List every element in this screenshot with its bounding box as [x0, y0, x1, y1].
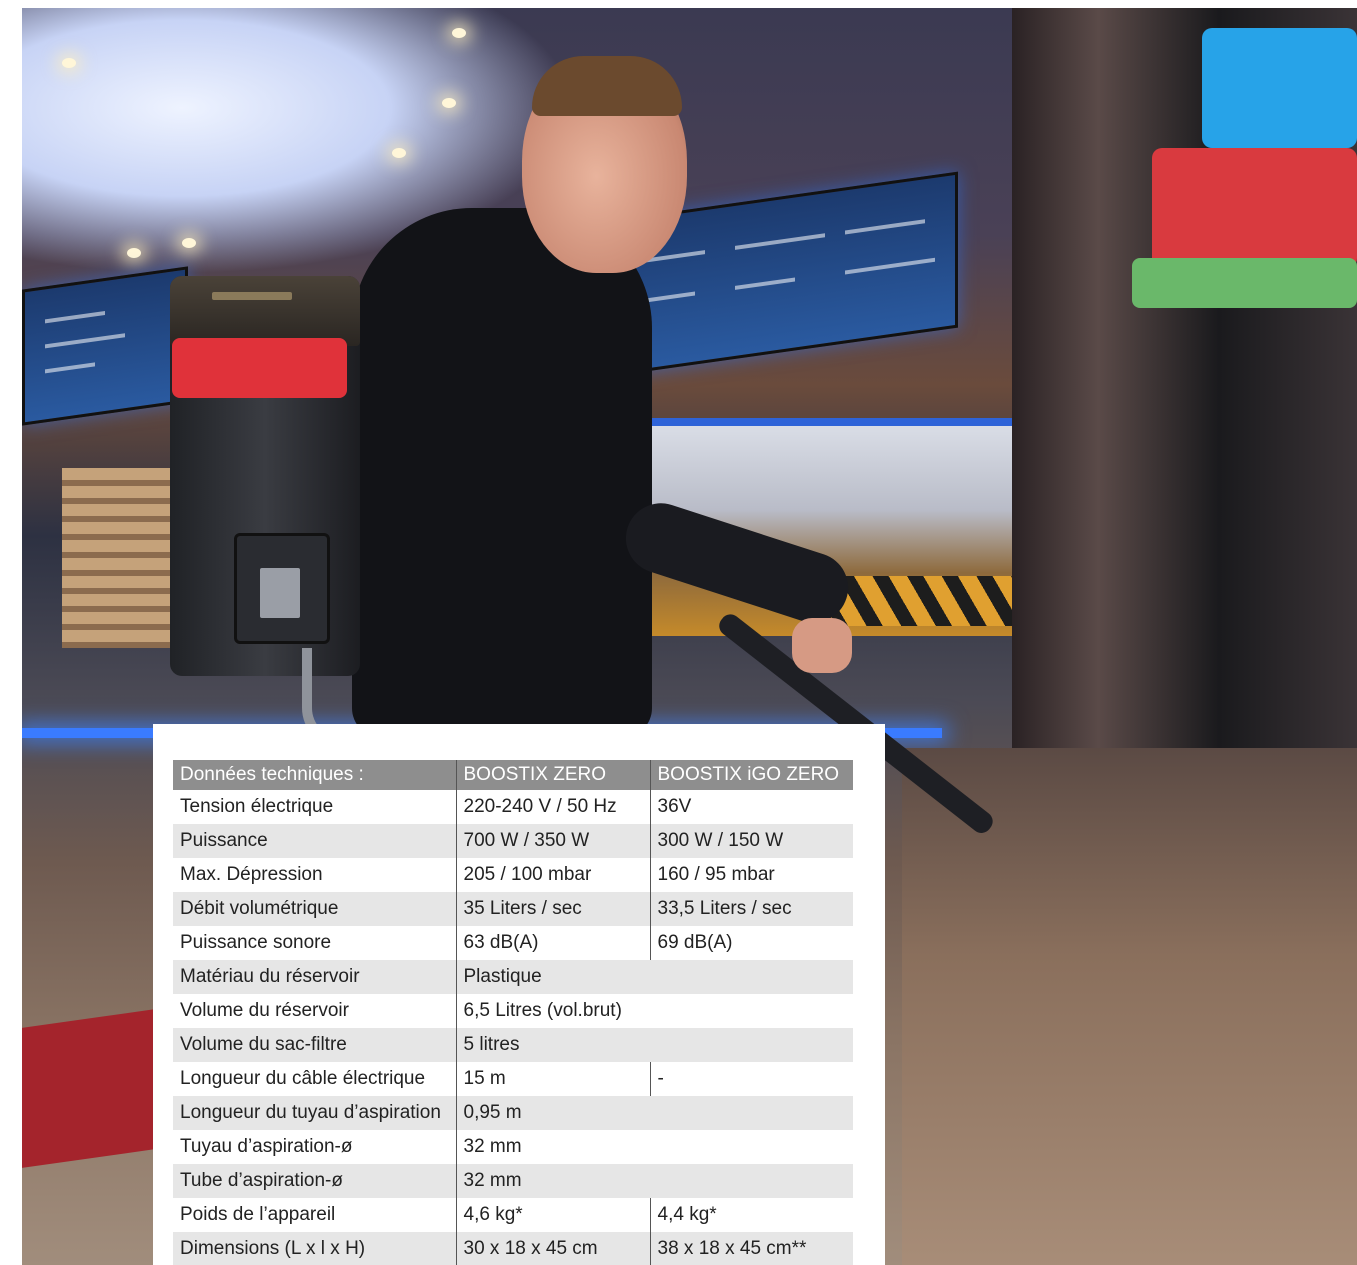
spec-label: Tube d’aspiration-ø: [173, 1164, 456, 1198]
table-row: Dimensions (L x l x H) 30 x 18 x 45 cm 3…: [173, 1232, 853, 1265]
spec-value-igo: 38 x 18 x 45 cm**: [649, 1232, 853, 1265]
backpack-red-latch: [172, 338, 347, 398]
backpack-logo: [212, 292, 292, 300]
spec-label: Matériau du réservoir: [173, 960, 456, 994]
spec-label: Tension électrique: [173, 790, 456, 824]
spec-panel: Données techniques : BOOSTIX ZERO BOOSTI…: [153, 724, 885, 1265]
spec-value-zero: 30 x 18 x 45 cm: [455, 1232, 650, 1265]
table-row: Longueur du tuyau d’aspiration 0,95 m: [173, 1096, 853, 1130]
spec-value-zero: 15 m: [455, 1062, 650, 1096]
spec-header-label: Données techniques :: [173, 760, 456, 790]
spec-label: Longueur du tuyau d’aspiration: [173, 1096, 456, 1130]
spec-value-zero: 4,6 kg*: [455, 1198, 650, 1232]
spec-label: Poids de l’appareil: [173, 1198, 456, 1232]
table-row: Matériau du réservoir Plastique: [173, 960, 853, 994]
spec-value-shared: Plastique: [455, 960, 853, 994]
spec-value-igo: 160 / 95 mbar: [649, 858, 853, 892]
spec-label: Puissance sonore: [173, 926, 456, 960]
spec-value-zero: 700 W / 350 W: [455, 824, 650, 858]
spec-header-boostix-zero: BOOSTIX ZERO: [455, 760, 650, 790]
spec-label: Débit volumétrique: [173, 892, 456, 926]
spec-value-shared: 5 litres: [455, 1028, 853, 1062]
table-row: Débit volumétrique 35 Liters / sec 33,5 …: [173, 892, 853, 926]
person-hand: [792, 618, 852, 673]
person-body: [352, 208, 652, 738]
spec-value-zero: 35 Liters / sec: [455, 892, 650, 926]
slush-machine-green: [1132, 258, 1357, 308]
table-row: Tube d’aspiration-ø 32 mm: [173, 1164, 853, 1198]
slush-machine-red: [1152, 148, 1357, 268]
spec-value-zero: 205 / 100 mbar: [455, 858, 650, 892]
table-row: Max. Dépression 205 / 100 mbar 160 / 95 …: [173, 858, 853, 892]
spec-label: Volume du réservoir: [173, 994, 456, 1028]
table-row: Puissance 700 W / 350 W 300 W / 150 W: [173, 824, 853, 858]
spec-value-igo: 69 dB(A): [649, 926, 853, 960]
spec-label: Dimensions (L x l x H): [173, 1232, 456, 1265]
spec-value-igo: 300 W / 150 W: [649, 824, 853, 858]
spec-table: Données techniques : BOOSTIX ZERO BOOSTI…: [173, 760, 853, 1265]
spec-label: Puissance: [173, 824, 456, 858]
spec-label: Max. Dépression: [173, 858, 456, 892]
spec-header-row: Données techniques : BOOSTIX ZERO BOOSTI…: [173, 760, 853, 790]
menu-board-left: [22, 266, 188, 426]
slush-machine-blue: [1202, 28, 1357, 148]
spec-value-igo: 36V: [649, 790, 853, 824]
spec-header-boostix-igo-zero: BOOSTIX iGO ZERO: [649, 760, 853, 790]
spec-label: Volume du sac-filtre: [173, 1028, 456, 1062]
table-row: Volume du réservoir 6,5 Litres (vol.brut…: [173, 994, 853, 1028]
spec-value-shared: 32 mm: [455, 1130, 853, 1164]
battery-label: [260, 568, 300, 618]
spec-value-igo: 33,5 Liters / sec: [649, 892, 853, 926]
table-row: Volume du sac-filtre 5 litres: [173, 1028, 853, 1062]
spec-label: Longueur du câble électrique: [173, 1062, 456, 1096]
spec-value-shared: 32 mm: [455, 1164, 853, 1198]
table-row: Poids de l’appareil 4,6 kg* 4,4 kg*: [173, 1198, 853, 1232]
table-row: Puissance sonore 63 dB(A) 69 dB(A): [173, 926, 853, 960]
table-row: Tension électrique 220-240 V / 50 Hz 36V: [173, 790, 853, 824]
spec-value-shared: 0,95 m: [455, 1096, 853, 1130]
person-hair: [532, 56, 682, 116]
spec-value-zero: 63 dB(A): [455, 926, 650, 960]
red-carpet: [22, 1008, 162, 1168]
spec-value-shared: 6,5 Litres (vol.brut): [455, 994, 853, 1028]
spec-value-zero: 220-240 V / 50 Hz: [455, 790, 650, 824]
table-row: Tuyau d’aspiration-ø 32 mm: [173, 1130, 853, 1164]
spec-value-igo: -: [649, 1062, 853, 1096]
backpack-vacuum-lid: [170, 276, 360, 346]
spec-value-igo: 4,4 kg*: [649, 1198, 853, 1232]
table-row: Longueur du câble électrique 15 m -: [173, 1062, 853, 1096]
spec-label: Tuyau d’aspiration-ø: [173, 1130, 456, 1164]
